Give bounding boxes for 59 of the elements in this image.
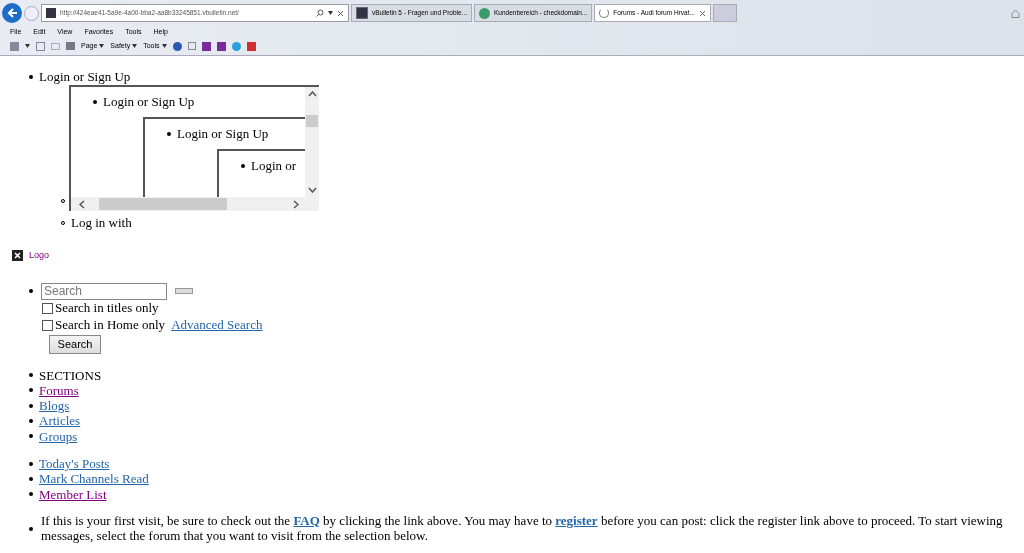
chevron-right-icon[interactable] <box>293 199 299 209</box>
checkbox[interactable] <box>42 302 53 314</box>
check-icon <box>479 7 491 19</box>
advanced-search-link[interactable]: Advanced Search <box>171 315 263 335</box>
section-link[interactable]: Groups <box>39 428 78 444</box>
bullet-icon <box>29 434 33 439</box>
search-field[interactable]: Search <box>41 282 167 300</box>
sections-heading: SECTIONS <box>39 367 102 383</box>
checkbox-label: Search in Home only <box>55 316 166 335</box>
vertical-scrollbar[interactable] <box>305 87 319 197</box>
caret-icon[interactable] <box>328 11 333 15</box>
scroll-thumb[interactable] <box>99 198 227 210</box>
bullet-icon <box>29 403 33 408</box>
search-button[interactable]: Search <box>49 334 101 354</box>
quick-link[interactable]: Member List <box>39 486 107 502</box>
login-text: Login or Sign Up <box>39 68 131 85</box>
bullet-icon <box>167 132 171 136</box>
close-icon[interactable] <box>337 9 344 17</box>
bullet-icon <box>29 74 33 79</box>
section-link[interactable]: Forums <box>39 382 79 399</box>
chevron-left-icon[interactable] <box>79 199 85 209</box>
section-link[interactable]: Blogs <box>39 398 70 414</box>
horizontal-scrollbar[interactable] <box>71 197 319 211</box>
close-icon[interactable] <box>698 9 706 17</box>
bullet-icon <box>29 289 33 293</box>
caret-icon[interactable] <box>161 44 167 48</box>
caret-icon[interactable] <box>99 44 105 48</box>
quick-link[interactable]: Today's Posts <box>39 456 110 472</box>
bullet-icon <box>93 100 97 104</box>
bullet-icon <box>29 419 33 424</box>
login-text: Login or <box>251 157 297 176</box>
bullet-icon <box>29 388 33 393</box>
bullet-icon <box>29 476 33 481</box>
logo-link[interactable]: Logo <box>29 249 50 263</box>
chevron-up-icon[interactable] <box>307 91 317 97</box>
bullet-icon <box>29 461 33 466</box>
login-text: Login or Sign Up <box>177 125 269 144</box>
login-with-text: Log in with <box>71 214 132 233</box>
caret-icon[interactable] <box>132 44 138 48</box>
bullet-icon <box>29 492 33 497</box>
quick-link[interactable]: Mark Channels Read <box>39 471 149 487</box>
scroll-thumb[interactable] <box>306 115 318 127</box>
bullet-icon <box>29 526 33 531</box>
search-icon[interactable] <box>316 9 324 17</box>
checkbox-label: Search in titles only <box>55 299 159 318</box>
bullet-icon <box>29 373 33 378</box>
broken-image-icon <box>12 250 23 262</box>
register-link[interactable]: register <box>555 512 598 528</box>
login-text: Login or Sign Up <box>103 93 195 112</box>
welcome-notice: If this is your first visit, be sure to check out the FAQ by clicking the link above. You may have to register before you can post: click the register link above to proceed. To start viewing messages, select the forum that you want to visit from the selection below. <box>41 512 1004 543</box>
chevron-down-icon[interactable] <box>307 187 317 193</box>
bullet-icon <box>241 164 245 168</box>
section-link[interactable]: Articles <box>39 413 81 429</box>
site-icon <box>46 8 56 18</box>
faq-link[interactable]: FAQ <box>293 512 320 528</box>
help-icon[interactable] <box>172 41 182 51</box>
caret-icon[interactable] <box>25 44 30 48</box>
site-icon <box>356 7 368 19</box>
checkbox[interactable] <box>42 319 53 331</box>
